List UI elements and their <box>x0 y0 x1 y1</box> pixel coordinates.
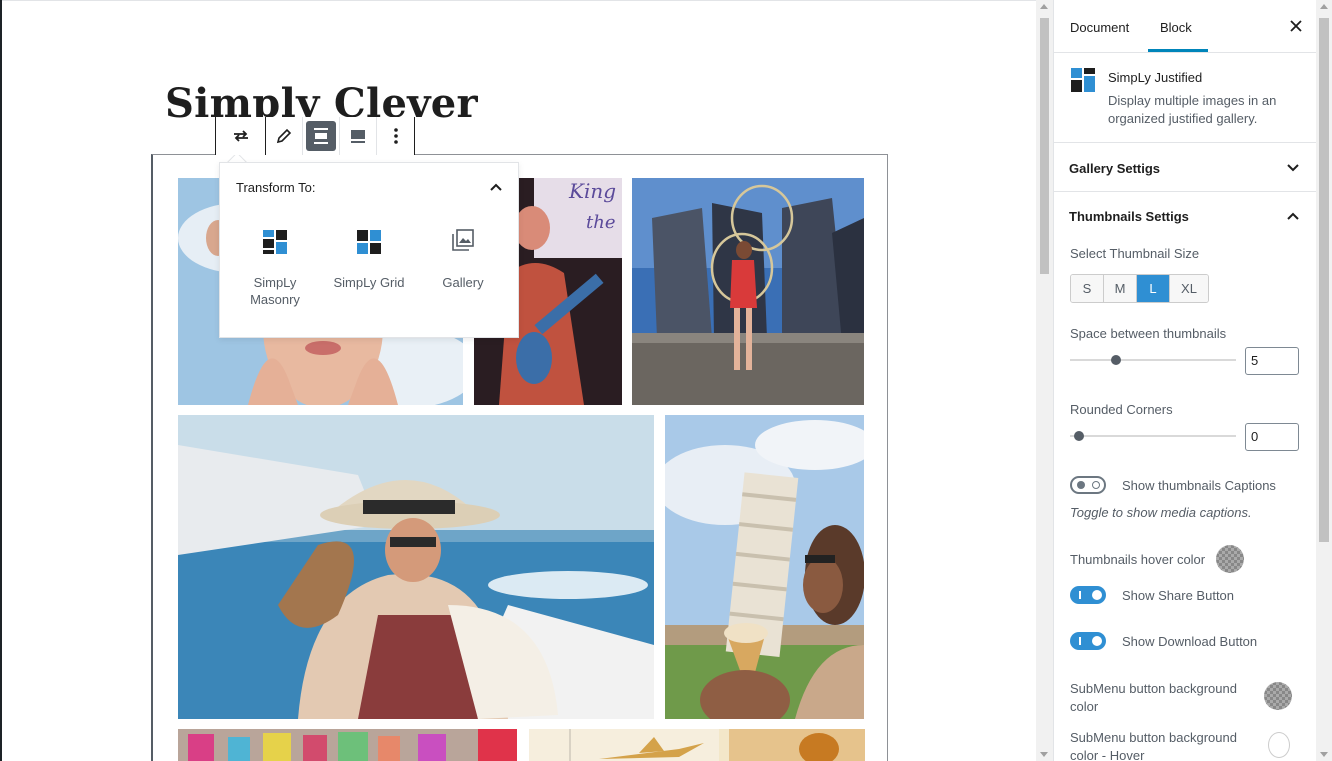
toggle-knob <box>1092 481 1100 489</box>
space-slider[interactable] <box>1070 355 1236 365</box>
block-description: Display multiple images in an organized … <box>1108 93 1277 126</box>
transform-button[interactable] <box>216 117 266 155</box>
market-colors-image <box>178 729 517 761</box>
captions-label: Show thumbnails Captions <box>1122 478 1276 493</box>
corners-label: Rounded Corners <box>1070 402 1173 417</box>
block-toolbar <box>215 117 415 155</box>
transform-icon <box>233 130 248 142</box>
submenu-bg-label: SubMenu button background color <box>1070 681 1237 714</box>
sidebar-tabs: Document Block <box>1054 0 1317 53</box>
captions-toggle[interactable] <box>1070 476 1106 494</box>
scroll-up-icon[interactable] <box>1040 4 1048 9</box>
transform-item-label: Gallery <box>442 275 484 290</box>
toggle-knob <box>1092 590 1102 600</box>
gallery-image[interactable] <box>632 178 864 405</box>
align-wide-button[interactable] <box>303 117 340 155</box>
size-s-button[interactable]: S <box>1071 275 1104 302</box>
transform-to-grid[interactable]: SimpLy Grid <box>324 229 414 291</box>
block-name: SimpLy Justified <box>1108 70 1203 85</box>
pencil-icon <box>276 128 292 144</box>
corners-slider[interactable] <box>1070 431 1236 441</box>
share-toggle[interactable] <box>1070 586 1106 604</box>
block-card: SimpLy Justified Display multiple images… <box>1054 53 1317 143</box>
toggle-knob <box>1092 636 1102 646</box>
scroll-thumb[interactable] <box>1319 18 1329 542</box>
submenu-bg-swatch[interactable] <box>1264 682 1292 710</box>
chevron-down-icon <box>1287 164 1299 172</box>
transform-item-label: SimpLy Grid <box>333 275 405 290</box>
thumb-size-group: S M L XL <box>1070 274 1209 303</box>
scroll-up-icon[interactable] <box>1320 4 1328 9</box>
transform-to-masonry[interactable]: SimpLy Masonry <box>230 229 320 308</box>
editor-scrollbar[interactable] <box>1036 0 1053 761</box>
more-vertical-icon <box>393 128 398 144</box>
gallery-image[interactable] <box>665 415 864 719</box>
close-icon[interactable] <box>1288 18 1304 34</box>
captions-help: Toggle to show media captions. <box>1070 505 1252 520</box>
space-input[interactable]: 5 <box>1245 347 1299 375</box>
size-m-button[interactable]: M <box>1104 275 1137 302</box>
gallery-settings-panel[interactable]: Gallery Settigs <box>1054 144 1317 192</box>
space-label: Space between thumbnails <box>1070 326 1227 341</box>
submenu-bg-hover-label: SubMenu button background color - Hover <box>1070 730 1237 761</box>
align-full-icon <box>351 130 365 143</box>
transform-heading: Transform To: <box>236 180 316 195</box>
scroll-thumb[interactable] <box>1040 18 1049 274</box>
size-l-button[interactable]: L <box>1137 275 1170 302</box>
airplane-sunset-image <box>529 729 865 761</box>
tab-block[interactable]: Block <box>1160 20 1192 35</box>
size-xl-button[interactable]: XL <box>1170 275 1208 302</box>
justified-block-icon <box>1071 68 1095 92</box>
download-toggle[interactable] <box>1070 632 1106 650</box>
panel-title: Thumbnails Settigs <box>1069 209 1189 224</box>
align-full-button[interactable] <box>340 117 377 155</box>
hula-hoop-dancer-image <box>632 178 864 405</box>
thumbnails-settings-panel[interactable]: Thumbnails Settigs <box>1054 192 1317 240</box>
scroll-down-icon[interactable] <box>1320 752 1328 757</box>
transform-to-gallery[interactable]: Gallery <box>418 229 508 291</box>
chevron-up-icon[interactable] <box>488 179 504 195</box>
masonry-icon <box>263 230 287 254</box>
toggle-off-dot <box>1077 481 1085 489</box>
gallery-icon <box>452 229 474 251</box>
more-options-button[interactable] <box>377 117 414 155</box>
woman-on-boat-image <box>178 415 654 719</box>
align-wide-active <box>306 121 336 151</box>
transform-popover: Transform To: SimpLy Masonry SimpLy Grid… <box>219 162 519 338</box>
leaning-tower-ice-cream-image <box>665 415 864 719</box>
gallery-image[interactable] <box>178 415 654 719</box>
edit-button[interactable] <box>266 117 303 155</box>
hover-color-swatch[interactable] <box>1216 545 1244 573</box>
space-slider-handle[interactable] <box>1111 355 1121 365</box>
active-tab-indicator <box>1148 49 1208 52</box>
settings-sidebar: Document Block SimpLy Justified Display … <box>1053 0 1317 761</box>
corners-input[interactable]: 0 <box>1245 423 1299 451</box>
transform-item-label: SimpLy Masonry <box>250 275 300 307</box>
sidebar-scrollbar[interactable] <box>1316 0 1332 761</box>
editor-canvas: Simply Clever King the Transform To: Sim… <box>0 0 1038 761</box>
scroll-down-icon[interactable] <box>1040 752 1048 757</box>
download-label: Show Download Button <box>1122 634 1258 649</box>
toggle-on-bar <box>1079 637 1081 645</box>
svg-text:King: King <box>568 179 616 203</box>
align-wide-icon <box>314 128 328 144</box>
panel-title: Gallery Settigs <box>1069 161 1161 176</box>
gallery-image[interactable] <box>178 729 517 761</box>
svg-text:the: the <box>586 212 615 233</box>
toggle-on-bar <box>1079 591 1081 599</box>
grid-icon <box>357 230 381 254</box>
top-divider <box>2 0 1038 1</box>
hover-color-label: Thumbnails hover color <box>1070 552 1206 567</box>
thumb-size-label: Select Thumbnail Size <box>1070 246 1200 261</box>
submenu-bg-hover-swatch[interactable] <box>1268 732 1290 758</box>
gallery-image[interactable] <box>529 729 865 761</box>
share-label: Show Share Button <box>1122 588 1235 603</box>
corners-slider-handle[interactable] <box>1074 431 1084 441</box>
tab-document[interactable]: Document <box>1070 20 1129 35</box>
chevron-up-icon <box>1287 212 1299 220</box>
